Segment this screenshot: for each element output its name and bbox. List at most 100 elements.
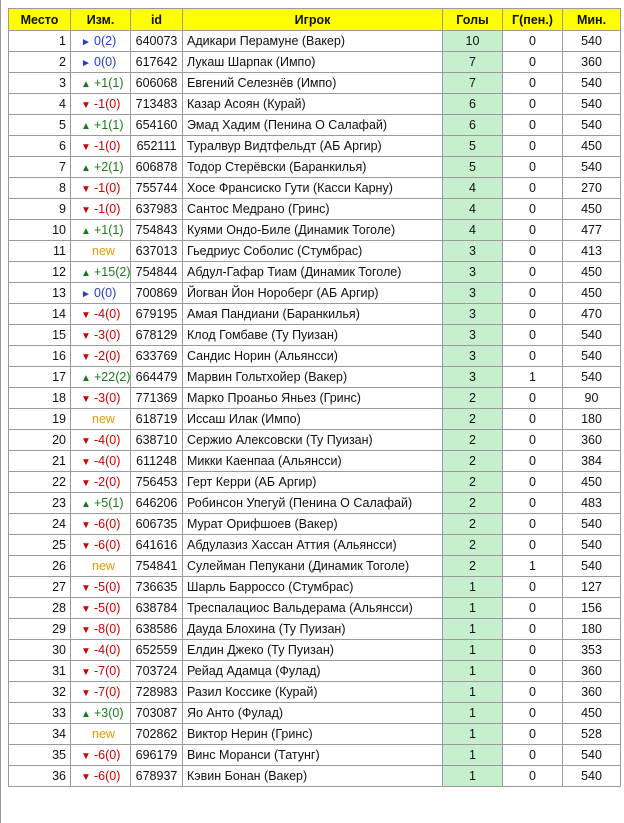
cell-change[interactable]: ▼ -6(0) — [70, 513, 131, 535]
cell-id[interactable]: 633769 — [130, 345, 183, 367]
cell-minutes[interactable]: 540 — [562, 366, 621, 388]
cell-goals[interactable]: 6 — [442, 93, 503, 115]
cell-change[interactable]: ▲ +1(1) — [70, 114, 131, 136]
cell-pen[interactable]: 0 — [502, 324, 563, 346]
cell-place[interactable]: 24 — [8, 513, 71, 535]
cell-minutes[interactable]: 540 — [562, 513, 621, 535]
cell-place[interactable]: 32 — [8, 681, 71, 703]
cell-player[interactable]: Микки Каенпаа (Альянсси) — [182, 450, 443, 472]
cell-change[interactable]: ▼ -1(0) — [70, 177, 131, 199]
cell-id[interactable]: 617642 — [130, 51, 183, 73]
cell-player[interactable]: Клод Гомбаве (Ту Пуизан) — [182, 324, 443, 346]
cell-player[interactable]: Эмад Хадим (Пенина О Салафай) — [182, 114, 443, 136]
cell-place[interactable]: 1 — [8, 30, 71, 52]
cell-place[interactable]: 10 — [8, 219, 71, 241]
cell-player[interactable]: Винс Моранси (Татунг) — [182, 744, 443, 766]
cell-minutes[interactable]: 384 — [562, 450, 621, 472]
cell-minutes[interactable]: 470 — [562, 303, 621, 325]
cell-id[interactable]: 664479 — [130, 366, 183, 388]
cell-goals[interactable]: 4 — [442, 198, 503, 220]
cell-place[interactable]: 36 — [8, 765, 71, 787]
cell-minutes[interactable]: 127 — [562, 576, 621, 598]
cell-goals[interactable]: 7 — [442, 51, 503, 73]
cell-place[interactable]: 6 — [8, 135, 71, 157]
cell-id[interactable]: 678937 — [130, 765, 183, 787]
header-change[interactable]: Изм. — [70, 8, 131, 31]
cell-id[interactable]: 754841 — [130, 555, 183, 577]
cell-id[interactable]: 754843 — [130, 219, 183, 241]
cell-goals[interactable]: 1 — [442, 765, 503, 787]
cell-place[interactable]: 29 — [8, 618, 71, 640]
cell-pen[interactable]: 0 — [502, 744, 563, 766]
cell-change[interactable]: ▼ -8(0) — [70, 618, 131, 640]
cell-goals[interactable]: 3 — [442, 324, 503, 346]
cell-pen[interactable]: 0 — [502, 135, 563, 157]
cell-pen[interactable]: 0 — [502, 576, 563, 598]
cell-minutes[interactable]: 360 — [562, 681, 621, 703]
cell-minutes[interactable]: 360 — [562, 51, 621, 73]
cell-place[interactable]: 31 — [8, 660, 71, 682]
cell-pen[interactable]: 0 — [502, 471, 563, 493]
cell-pen[interactable]: 0 — [502, 639, 563, 661]
cell-minutes[interactable]: 540 — [562, 324, 621, 346]
cell-player[interactable]: Яо Анто (Фулад) — [182, 702, 443, 724]
cell-minutes[interactable]: 180 — [562, 408, 621, 430]
header-id[interactable]: id — [130, 8, 183, 31]
cell-pen[interactable]: 0 — [502, 618, 563, 640]
cell-minutes[interactable]: 540 — [562, 72, 621, 94]
cell-player[interactable]: Разил Коссике (Курай) — [182, 681, 443, 703]
cell-place[interactable]: 3 — [8, 72, 71, 94]
cell-pen[interactable]: 0 — [502, 51, 563, 73]
cell-minutes[interactable]: 540 — [562, 345, 621, 367]
cell-pen[interactable]: 0 — [502, 681, 563, 703]
cell-goals[interactable]: 7 — [442, 72, 503, 94]
cell-change[interactable]: new — [70, 723, 131, 745]
cell-id[interactable]: 736635 — [130, 576, 183, 598]
cell-id[interactable]: 700869 — [130, 282, 183, 304]
cell-player[interactable]: Лукаш Шарпак (Импо) — [182, 51, 443, 73]
cell-goals[interactable]: 3 — [442, 345, 503, 367]
cell-place[interactable]: 7 — [8, 156, 71, 178]
cell-id[interactable]: 713483 — [130, 93, 183, 115]
cell-pen[interactable]: 0 — [502, 723, 563, 745]
cell-minutes[interactable]: 450 — [562, 471, 621, 493]
cell-change[interactable]: ▲ +1(1) — [70, 219, 131, 241]
cell-pen[interactable]: 1 — [502, 555, 563, 577]
cell-player[interactable]: Сержио Алексовски (Ту Пуизан) — [182, 429, 443, 451]
cell-pen[interactable]: 0 — [502, 660, 563, 682]
cell-change[interactable]: ▼ -3(0) — [70, 387, 131, 409]
cell-minutes[interactable]: 353 — [562, 639, 621, 661]
cell-change[interactable]: ▼ -6(0) — [70, 534, 131, 556]
cell-place[interactable]: 22 — [8, 471, 71, 493]
cell-change[interactable]: ▲ +1(1) — [70, 72, 131, 94]
header-minutes[interactable]: Мин. — [562, 8, 621, 31]
cell-player[interactable]: Гьедриус Соболис (Стумбрас) — [182, 240, 443, 262]
cell-minutes[interactable]: 540 — [562, 555, 621, 577]
cell-id[interactable]: 637013 — [130, 240, 183, 262]
cell-minutes[interactable]: 540 — [562, 156, 621, 178]
cell-id[interactable]: 641616 — [130, 534, 183, 556]
cell-player[interactable]: Дауда Блохина (Ту Пуизан) — [182, 618, 443, 640]
cell-id[interactable]: 638710 — [130, 429, 183, 451]
header-pen[interactable]: Г(пен.) — [502, 8, 563, 31]
cell-minutes[interactable]: 360 — [562, 660, 621, 682]
cell-goals[interactable]: 3 — [442, 261, 503, 283]
cell-goals[interactable]: 1 — [442, 639, 503, 661]
cell-player[interactable]: Евгений Селезнёв (Импо) — [182, 72, 443, 94]
cell-id[interactable]: 755744 — [130, 177, 183, 199]
cell-change[interactable]: ▼ -1(0) — [70, 135, 131, 157]
cell-minutes[interactable]: 180 — [562, 618, 621, 640]
cell-place[interactable]: 13 — [8, 282, 71, 304]
cell-pen[interactable]: 0 — [502, 702, 563, 724]
cell-place[interactable]: 12 — [8, 261, 71, 283]
cell-pen[interactable]: 0 — [502, 513, 563, 535]
cell-player[interactable]: Абдул-Гафар Тиам (Динамик Тоголе) — [182, 261, 443, 283]
cell-change[interactable]: ▼ -4(0) — [70, 450, 131, 472]
cell-goals[interactable]: 2 — [442, 429, 503, 451]
cell-goals[interactable]: 1 — [442, 681, 503, 703]
cell-place[interactable]: 27 — [8, 576, 71, 598]
cell-player[interactable]: Мурат Орифшоев (Вакер) — [182, 513, 443, 535]
cell-player[interactable]: Хосе Франсиско Гути (Касси Карну) — [182, 177, 443, 199]
cell-pen[interactable]: 0 — [502, 30, 563, 52]
cell-id[interactable]: 638784 — [130, 597, 183, 619]
